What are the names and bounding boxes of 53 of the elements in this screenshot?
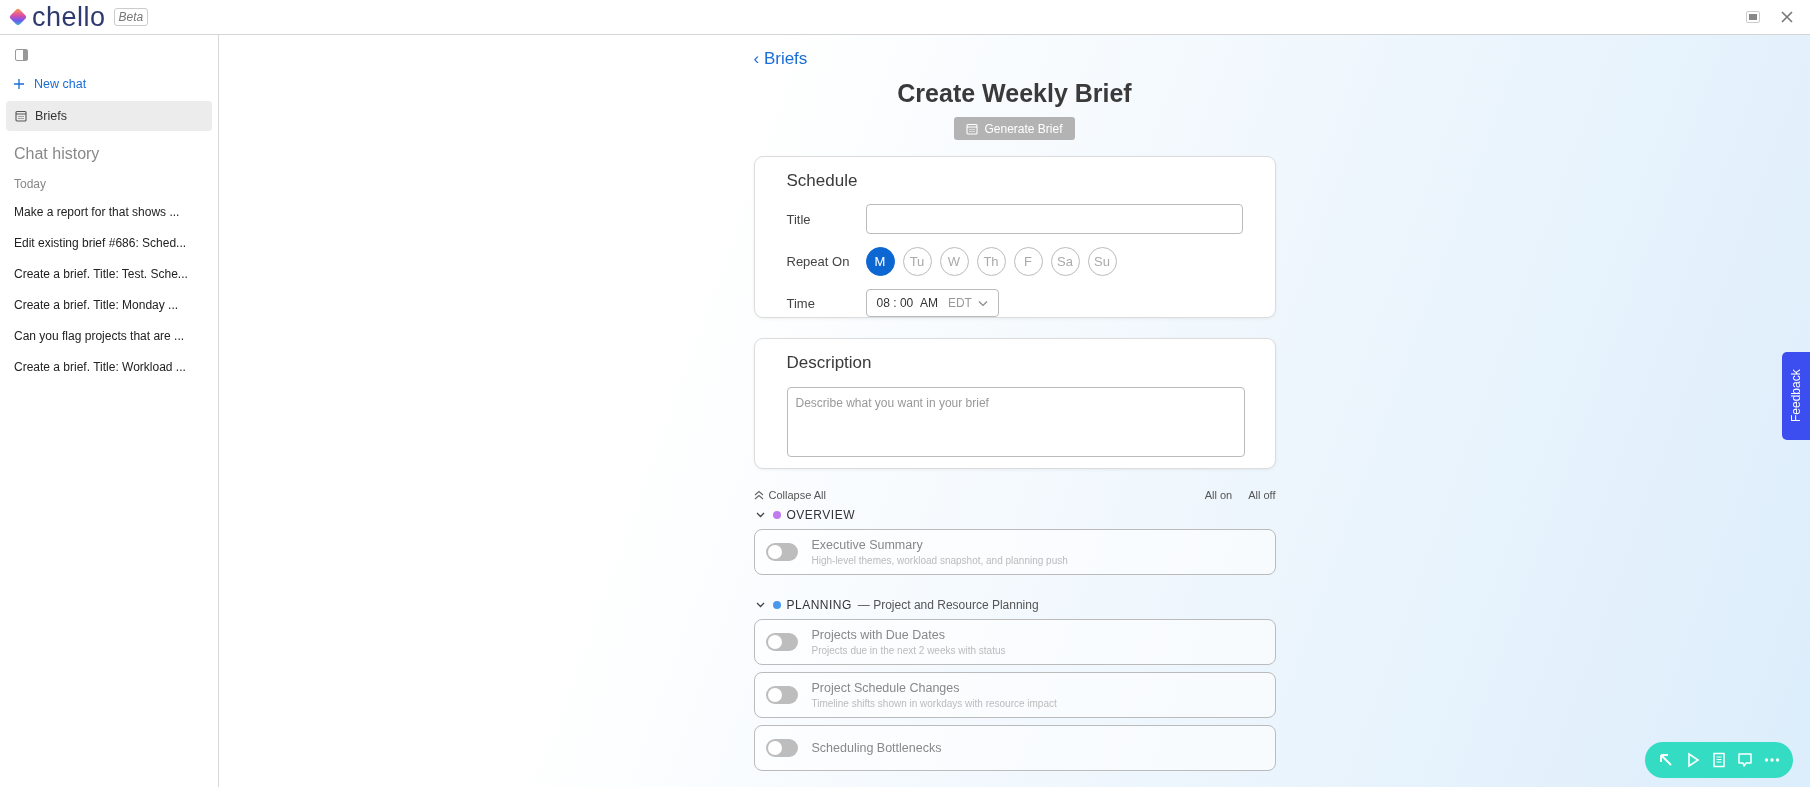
all-off-button[interactable]: All off [1248,489,1276,501]
toggle-switch[interactable] [765,686,798,704]
field-label: Time [786,295,816,311]
all-on-button[interactable]: All on [1204,489,1233,501]
item-title: Scheduling Bottlenecks [811,741,942,755]
chat-history-item[interactable]: Create a brief. Title: Test. Sche... [14,258,212,289]
window-icon[interactable] [1746,11,1760,23]
field-label: Title [786,211,812,227]
collapse-all-button[interactable]: Collapse All [753,489,826,501]
history-group-label: Today [14,177,48,191]
close-icon[interactable] [1780,10,1794,24]
toggle-switch[interactable] [765,739,798,757]
section-name: OVERVIEW [786,508,855,522]
toggle-switch[interactable] [765,543,798,561]
section-name: PLANNING [786,598,852,612]
chevron-icon[interactable] [755,512,765,518]
item-title: Projects with Due Dates [811,628,946,642]
chat-history-item[interactable]: Edit existing brief #686: Sched... [14,227,212,258]
chat-history-item[interactable]: Make a report for that shows ... [14,196,212,227]
calendar-icon [15,110,27,122]
section-subtitle: — Project and Resource Planning [857,598,1039,612]
page-title: Create Weekly Brief [897,79,1132,108]
field-label: Repeat On [786,254,851,270]
document-icon[interactable] [1710,752,1727,768]
sidebar-toggle-icon[interactable] [15,49,28,61]
time-picker[interactable]: 08 : 00 AM EDT [865,289,999,318]
item-description: High-level themes, workload snapshot, and planning push [811,555,1068,566]
chat-history-heading: Chat history [14,145,101,163]
app-name: chello [32,3,106,31]
double-chevron-up-icon [753,490,764,500]
chevron-icon[interactable] [755,602,765,608]
new-chat-button[interactable]: New chat [14,77,87,91]
description-input[interactable]: Describe what you want in your brief [786,387,1245,458]
chat-history-item[interactable]: Can you flag projects that are ... [14,320,212,351]
comment-icon[interactable] [1737,752,1754,768]
item-title: Project Schedule Changes [811,681,961,695]
back-link[interactable]: ‹ Briefs [753,49,808,69]
chat-history-item[interactable]: Create a brief. Title: Monday ... [14,289,212,320]
chat-history-item[interactable]: Create a brief. Title: Workload ... [14,351,212,382]
calendar-icon [966,122,979,135]
feedback-tab[interactable]: Feedback [1782,352,1810,440]
item-title: Executive Summary [811,538,924,552]
card-heading: Schedule [786,171,859,192]
toggle-switch[interactable] [765,633,798,651]
beta-badge: Beta [113,8,149,26]
title-input[interactable] [865,204,1243,235]
chevron-down-icon [977,299,988,307]
sidebar-nav-item[interactable]: Briefs [6,101,212,131]
item-description: Projects due in the next 2 weeks with status [811,645,1006,656]
item-description: Timeline shifts shown in workdays with resource impact [811,698,1057,709]
day-toggle[interactable]: M [865,247,895,277]
card-heading: Description [786,353,873,374]
plus-icon [14,79,24,89]
